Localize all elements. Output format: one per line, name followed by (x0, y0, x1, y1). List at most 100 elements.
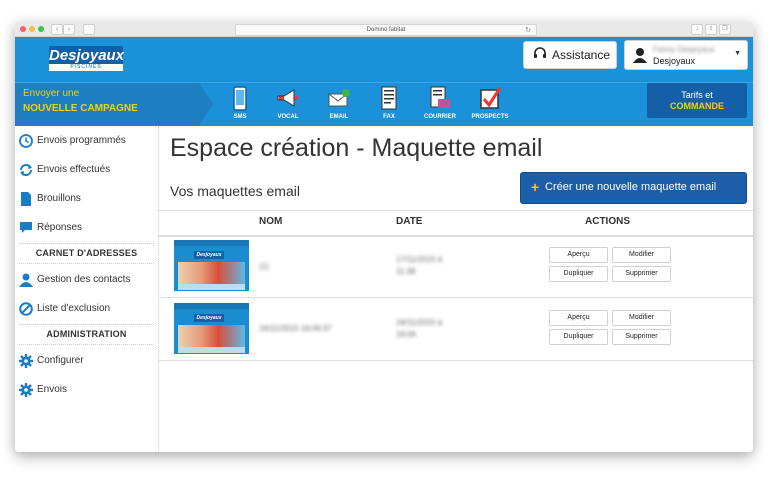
sidebar-item-liste-exclusion[interactable]: Liste d'exclusion (19, 299, 154, 319)
gear-icon (19, 383, 33, 397)
tabs-icon[interactable]: ❐ (719, 24, 731, 35)
plus-icon: + (531, 179, 540, 195)
headset-icon (534, 47, 546, 58)
sidebar-item-envois-effectues[interactable]: Envois effectués (19, 160, 154, 180)
section-heading-carnet: CARNET D'ADRESSES (35, 248, 138, 258)
person-icon (19, 273, 33, 287)
channel-label: EMAIL (329, 114, 349, 120)
column-header-name[interactable]: NOM (259, 216, 282, 227)
template-date-line2: 16:06 (396, 330, 417, 339)
document-icon (21, 192, 31, 206)
column-header-actions: ACTIONS (585, 216, 630, 227)
preview-button[interactable]: Aperçu (549, 247, 608, 263)
tarifs-line1: Tarifs et (681, 90, 713, 100)
template-date-line1: 17/11/2015 à (396, 255, 443, 264)
close-window-button[interactable] (20, 26, 26, 32)
channel-label: COURRIER (423, 114, 456, 120)
sidebar-item-label: Brouillons (37, 193, 81, 204)
preview-button[interactable]: Aperçu (549, 310, 608, 326)
channel-label: PROSPECTS (471, 114, 509, 120)
column-header-date[interactable]: DATE (396, 216, 422, 227)
table-row: Desjoyaux 16/11/2015 16:06:37 16/11/2015… (158, 298, 753, 361)
template-name: 16/11/2015 16:06:37 (259, 324, 332, 333)
top-header: Desjoyaux PISCINES Assistance Fanny Desj… (15, 37, 753, 82)
logo-text: Desjoyaux (49, 47, 125, 64)
create-template-button[interactable]: + Créer une nouvelle maquette email (520, 172, 747, 204)
refresh-icon (20, 164, 32, 176)
thumbnail-image (178, 262, 245, 284)
sidebar-item-brouillons[interactable]: Brouillons (19, 189, 154, 209)
minimize-window-button[interactable] (29, 26, 35, 32)
campaign-line1: Envoyer une (23, 88, 80, 99)
channel-fax[interactable]: FAX (367, 86, 411, 126)
user-menu[interactable]: Fanny Desjoyaux Desjoyaux ▼ (624, 40, 748, 70)
tarifs-commande-button[interactable]: Tarifs et COMMANDE (647, 83, 747, 118)
delete-button[interactable]: Supprimer (612, 329, 671, 345)
template-date-line1: 16/11/2015 à (396, 318, 443, 327)
sidebar-item-label: Configurer (37, 355, 84, 366)
thumbnail-logo: Desjoyaux (194, 251, 224, 259)
channel-email[interactable]: EMAIL (317, 86, 361, 126)
user-icon (633, 48, 647, 63)
back-icon[interactable]: ‹ (51, 24, 63, 35)
chevron-down-icon: ▼ (734, 50, 741, 57)
divider (19, 344, 154, 345)
edit-button[interactable]: Modifier (612, 310, 671, 326)
tarifs-line2: COMMANDE (670, 101, 724, 111)
channel-prospects[interactable]: PROSPECTS (468, 86, 512, 126)
sidebar-item-gestion-contacts[interactable]: Gestion des contacts (19, 270, 154, 290)
template-name: (1) (259, 262, 269, 271)
sidebar-item-configurer[interactable]: Configurer (19, 351, 154, 371)
template-date-line2: 11:38 (396, 267, 416, 276)
address-bar[interactable]: Domino fabitat ↻ (235, 24, 537, 36)
channel-label: SMS (233, 114, 247, 120)
logo-subtext: PISCINES (49, 64, 123, 71)
clock-icon (19, 134, 33, 148)
user-organization: Desjoyaux (653, 56, 696, 66)
channel-sms[interactable]: SMS (218, 86, 262, 126)
edit-button[interactable]: Modifier (612, 247, 671, 263)
sidebar-item-label: Envois (37, 384, 68, 395)
assistance-button[interactable]: Assistance (523, 41, 617, 69)
thumbnail-image (178, 325, 245, 347)
section-subtitle: Vos maquettes email (170, 183, 300, 199)
checkbox-icon (480, 87, 502, 109)
sidebar-item-envois[interactable]: Envois (19, 380, 154, 400)
sidebar-item-envois-programmes[interactable]: Envois programmés (19, 131, 154, 151)
channel-vocal[interactable]: VOCAL (266, 86, 310, 126)
letter-icon (430, 86, 450, 108)
new-campaign-banner: Envoyer une NOUVELLE CAMPAGNE (15, 83, 215, 126)
channel-label: FAX (383, 114, 395, 120)
thumbnail-topbar (174, 303, 249, 309)
thumbnail-footer (178, 284, 245, 290)
template-thumbnail[interactable]: Desjoyaux (174, 303, 249, 354)
section-heading-administration: ADMINISTRATION (46, 329, 127, 339)
phone-icon (233, 86, 247, 111)
browser-toolbar: ‹ › Domino fabitat ↻ ↓ ⇪ ❐ (15, 22, 753, 37)
brand-logo[interactable]: Desjoyaux PISCINES (49, 46, 125, 71)
template-thumbnail[interactable]: Desjoyaux (174, 240, 249, 291)
duplicate-button[interactable]: Dupliquer (549, 266, 608, 282)
download-icon[interactable]: ↓ (691, 24, 703, 35)
delete-button[interactable]: Supprimer (612, 266, 671, 282)
reload-icon[interactable]: ↻ (525, 26, 531, 36)
sidebar-toggle-icon[interactable] (83, 24, 95, 35)
duplicate-button[interactable]: Dupliquer (549, 329, 608, 345)
sidebar: Envois programmés Envois effectués Broui… (15, 126, 159, 452)
assistance-label: Assistance (552, 48, 611, 62)
campaign-bar: Envoyer une NOUVELLE CAMPAGNE SMS VOCAL (15, 82, 753, 126)
maximize-window-button[interactable] (38, 26, 44, 32)
browser-window: ‹ › Domino fabitat ↻ ↓ ⇪ ❐ Desjoyaux PIS… (15, 22, 753, 452)
sidebar-item-label: Liste d'exclusion (37, 303, 111, 314)
sidebar-item-reponses[interactable]: Réponses (19, 218, 154, 238)
share-icon[interactable]: ⇪ (705, 24, 717, 35)
channel-courrier[interactable]: COURRIER (418, 86, 462, 126)
chat-icon (20, 222, 32, 233)
forward-icon[interactable]: › (63, 24, 75, 35)
url-text: Domino fabitat (366, 27, 406, 33)
table-header: NOM DATE ACTIONS (158, 210, 753, 237)
thumbnail-footer (178, 347, 245, 353)
block-icon (19, 302, 33, 316)
sidebar-item-label: Envois effectués (37, 164, 111, 175)
megaphone-icon (277, 89, 298, 107)
